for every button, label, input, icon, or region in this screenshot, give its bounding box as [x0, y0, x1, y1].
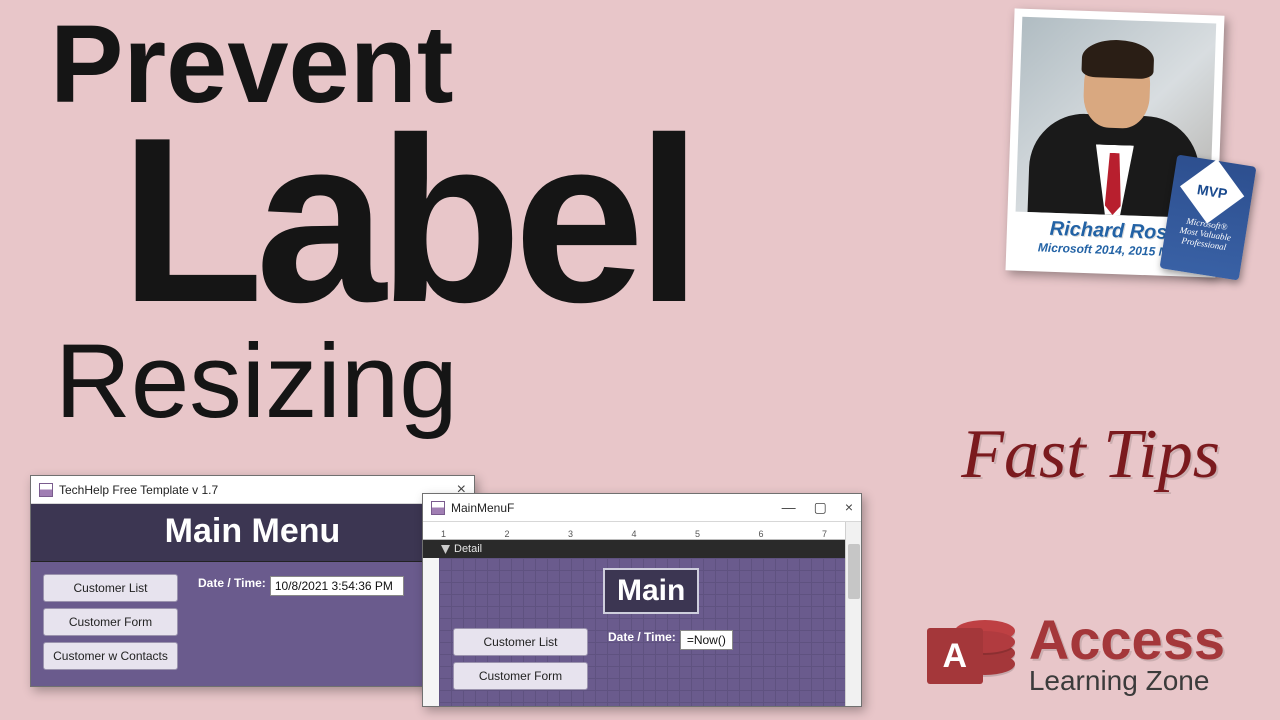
access-icon: A: [927, 612, 1015, 700]
form-icon: [431, 501, 445, 515]
header-label-control[interactable]: Main: [603, 568, 699, 614]
form-header: Main Menu: [31, 504, 474, 562]
customer-form-button[interactable]: Customer Form: [43, 608, 178, 636]
maximize-icon[interactable]: ▢: [814, 499, 827, 516]
datetime-value: 10/8/2021 3:54:36 PM: [270, 576, 404, 596]
fast-tips-heading: Fast Tips: [961, 415, 1220, 495]
scrollbar-thumb[interactable]: [848, 544, 860, 599]
customer-form-button[interactable]: Customer Form: [453, 662, 588, 690]
form-icon: [39, 483, 53, 497]
window-titlebar[interactable]: TechHelp Free Template v 1.7 ×: [31, 476, 474, 504]
brand-sub: Learning Zone: [1029, 665, 1225, 697]
slide-title: Prevent Label Resizing: [50, 0, 694, 424]
close-icon[interactable]: ×: [845, 499, 853, 516]
minimize-icon[interactable]: —: [782, 499, 796, 516]
mvp-diamond-icon: MVP: [1180, 159, 1244, 223]
brand-main: Access: [1029, 615, 1225, 665]
datetime-expression[interactable]: =Now(): [680, 630, 733, 650]
vertical-scrollbar[interactable]: [845, 522, 861, 706]
window-title-text: MainMenuF: [451, 501, 514, 515]
datetime-label: Date / Time:: [198, 576, 266, 590]
datetime-label[interactable]: Date / Time:: [608, 630, 676, 644]
customer-contacts-button[interactable]: Customer w Contacts: [43, 642, 178, 670]
window-titlebar[interactable]: MainMenuF — ▢ ×: [423, 494, 861, 522]
window-title-text: TechHelp Free Template v 1.7: [59, 483, 218, 497]
runtime-form-window: TechHelp Free Template v 1.7 × Main Menu…: [30, 475, 475, 687]
design-surface[interactable]: Main Customer List Customer Form Date / …: [423, 558, 861, 706]
mvp-badge: MVP Microsoft® Most Valuable Professiona…: [1159, 154, 1256, 280]
customer-list-button[interactable]: Customer List: [453, 628, 588, 656]
title-line2: Label: [120, 120, 694, 320]
design-ruler: 1 2 3 4 5 6 7: [423, 522, 861, 540]
title-line3: Resizing: [55, 340, 694, 424]
design-view-window: MainMenuF — ▢ × 1 2 3 4 5 6 7 Detail Mai…: [422, 493, 862, 707]
brand-logo: A Access Learning Zone: [927, 612, 1225, 700]
customer-list-button[interactable]: Customer List: [43, 574, 178, 602]
detail-section-bar[interactable]: Detail: [423, 540, 861, 558]
access-letter: A: [927, 628, 983, 684]
form-body: Customer List Customer Form Customer w C…: [31, 562, 474, 686]
